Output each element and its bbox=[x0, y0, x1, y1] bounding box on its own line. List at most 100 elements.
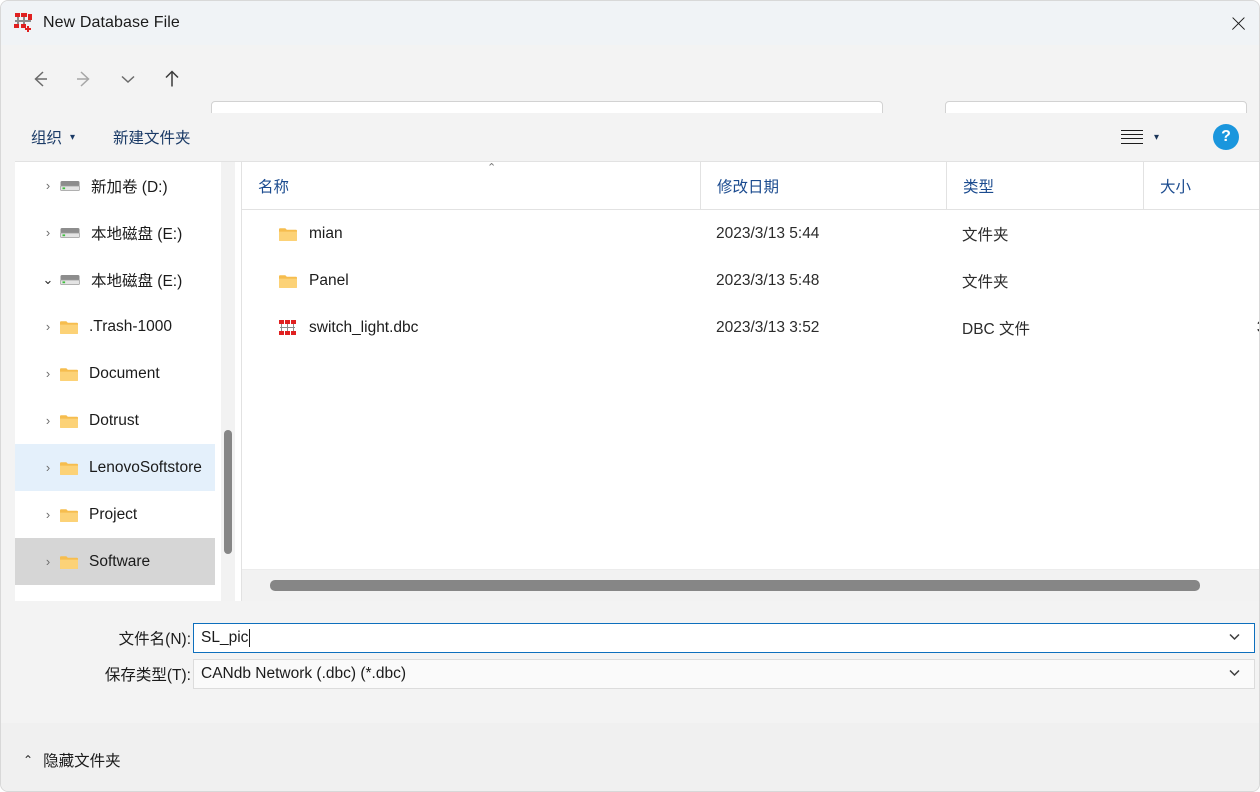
file-name-cell: switch_light.dbc bbox=[242, 319, 700, 337]
column-header-type[interactable]: 类型 bbox=[946, 162, 1143, 210]
text-cursor bbox=[249, 629, 251, 647]
arrow-right-icon bbox=[77, 71, 90, 87]
chevron-right-icon[interactable]: › bbox=[37, 366, 59, 381]
folder-icon bbox=[59, 413, 79, 429]
dialog-footer: ⌃ 隐藏文件夹 保存(S) 取消 CSDN @一只楠喃 bbox=[1, 723, 1259, 791]
folder-icon bbox=[59, 460, 79, 476]
folder-icon bbox=[59, 366, 79, 382]
file-type-cell: DBC 文件 bbox=[962, 320, 1031, 338]
sidebar-item-project[interactable]: › Project bbox=[15, 491, 215, 538]
file-name-label: switch_light.dbc bbox=[309, 318, 419, 336]
column-header-date[interactable]: 修改日期 bbox=[700, 162, 946, 210]
chevron-right-icon[interactable]: › bbox=[37, 554, 59, 569]
sidebar-item-label: Project bbox=[89, 505, 138, 523]
chevron-right-icon[interactable]: › bbox=[37, 178, 59, 193]
sidebar-item-e[interactable]: ⌄ 本地磁盘 (E:) bbox=[15, 256, 215, 303]
drive-icon bbox=[59, 179, 81, 193]
sidebar-item-label: Software bbox=[89, 552, 151, 570]
sidebar-item-d[interactable]: › 新加卷 (D:) bbox=[15, 162, 215, 209]
savetype-label: 保存类型(T): bbox=[104, 667, 191, 684]
column-header-date-label: 修改日期 bbox=[717, 178, 780, 196]
title-bar: New Database File bbox=[1, 1, 1259, 45]
sidebar-item-label: 新加卷 (D:) bbox=[91, 178, 168, 196]
chevron-down-icon bbox=[121, 75, 135, 84]
sidebar-item-e[interactable]: › 本地磁盘 (E:) bbox=[15, 209, 215, 256]
list-view-icon bbox=[1120, 129, 1143, 145]
arrow-up-icon bbox=[165, 70, 179, 87]
chevron-right-icon[interactable]: › bbox=[37, 413, 59, 428]
sidebar-item-document[interactable]: › Document bbox=[15, 350, 215, 397]
new-folder-label: 新建文件夹 bbox=[113, 130, 191, 147]
hide-folders-label: 隐藏文件夹 bbox=[43, 753, 121, 770]
help-icon: ? bbox=[1221, 128, 1231, 145]
table-row[interactable]: mian 2023/3/13 5:44 文件夹 bbox=[242, 210, 1259, 257]
column-header-type-label: 类型 bbox=[963, 178, 995, 196]
folder-icon bbox=[59, 507, 79, 523]
navigation-tree: › 新加卷 (D:) › 本地磁盘 (E:) ⌄ 本地磁盘 (E:) › .Trash-100… bbox=[15, 162, 215, 601]
sort-ascending-icon: ⌃ bbox=[487, 161, 497, 174]
sidebar-item-lenovosoftstore[interactable]: › LenovoSoftstore bbox=[15, 444, 215, 491]
chevron-right-icon[interactable]: › bbox=[37, 507, 59, 522]
chevron-right-icon[interactable]: › bbox=[37, 319, 59, 334]
chevron-down-icon[interactable] bbox=[1227, 665, 1242, 683]
sidebar-item-label: Dotrust bbox=[89, 411, 139, 429]
file-list-scrollbar-thumb[interactable] bbox=[270, 580, 1200, 591]
file-list-pane: 名称 ⌃ 修改日期 类型 大小 mian 2023/3/13 5:44 文件夹 Pan… bbox=[241, 162, 1259, 601]
new-folder-button[interactable]: 新建文件夹 bbox=[105, 120, 199, 154]
recent-locations-button[interactable] bbox=[109, 60, 147, 98]
table-row[interactable]: Panel 2023/3/13 5:48 文件夹 bbox=[242, 257, 1259, 304]
forward-button[interactable] bbox=[65, 60, 103, 98]
sidebar-item-dotrust[interactable]: › Dotrust bbox=[15, 397, 215, 444]
sidebar-item-label: Document bbox=[89, 364, 160, 382]
file-name-label: mian bbox=[309, 224, 343, 242]
command-bar: 组织 ▾ 新建文件夹 ▾ ? bbox=[1, 113, 1259, 161]
savetype-select[interactable]: CANdb Network (.dbc) (*.dbc) bbox=[193, 659, 1255, 689]
file-type-cell: 文件夹 bbox=[962, 273, 1009, 291]
chevron-right-icon[interactable]: › bbox=[37, 460, 59, 475]
sidebar-item-software[interactable]: › Software bbox=[15, 538, 215, 585]
filename-value: SL_pic bbox=[201, 629, 249, 646]
close-icon bbox=[1230, 15, 1247, 32]
hide-folders-toggle[interactable]: ⌃ 隐藏文件夹 bbox=[17, 745, 127, 775]
organize-button[interactable]: 组织 ▾ bbox=[23, 120, 83, 154]
chevron-down-icon[interactable]: ⌄ bbox=[37, 272, 59, 288]
filename-input[interactable]: SL_pic bbox=[193, 623, 1255, 653]
column-header-name[interactable]: 名称 ⌃ bbox=[242, 162, 700, 210]
folder-icon bbox=[59, 319, 79, 335]
folder-icon bbox=[59, 554, 79, 570]
close-button[interactable] bbox=[1215, 1, 1259, 45]
back-button[interactable] bbox=[21, 60, 59, 98]
drive-icon bbox=[59, 273, 81, 287]
savetype-value: CANdb Network (.dbc) (*.dbc) bbox=[201, 665, 407, 682]
window-title: New Database File bbox=[43, 14, 180, 31]
sidebar-item-trash-1000[interactable]: › .Trash-1000 bbox=[15, 303, 215, 350]
file-type-cell: 文件夹 bbox=[962, 226, 1009, 244]
column-header-size-label: 大小 bbox=[1160, 178, 1192, 196]
drive-icon bbox=[59, 226, 81, 240]
file-size-cell bbox=[1143, 225, 1259, 243]
chevron-down-icon: ▾ bbox=[70, 131, 76, 143]
chevron-down-icon[interactable] bbox=[1227, 629, 1242, 647]
sidebar-item-label: 本地磁盘 (E:) bbox=[91, 272, 183, 290]
sidebar-item-label: .Trash-1000 bbox=[89, 317, 172, 335]
arrow-left-icon bbox=[34, 71, 47, 87]
view-mode-button[interactable]: ▾ bbox=[1113, 118, 1167, 156]
chevron-up-icon: ⌃ bbox=[23, 753, 34, 767]
file-date-cell: 2023/3/13 5:44 bbox=[716, 224, 820, 242]
file-name-label: Panel bbox=[309, 271, 349, 289]
sidebar-scrollbar[interactable] bbox=[221, 162, 235, 601]
sidebar-scrollbar-thumb[interactable] bbox=[224, 430, 232, 554]
column-header-name-label: 名称 bbox=[258, 178, 290, 196]
column-header-row: 名称 ⌃ 修改日期 类型 大小 bbox=[242, 162, 1259, 210]
help-button[interactable]: ? bbox=[1213, 124, 1239, 150]
new-database-file-dialog: New Database File 组织 ▾ 新建文件夹 ▾ ? › 新加卷 (… bbox=[0, 0, 1260, 792]
filename-label: 文件名(N): bbox=[118, 631, 191, 648]
up-one-level-button[interactable] bbox=[153, 60, 191, 98]
file-date-cell: 2023/3/13 3:52 bbox=[716, 318, 820, 336]
file-date-cell: 2023/3/13 5:48 bbox=[716, 271, 820, 289]
chevron-right-icon[interactable]: › bbox=[37, 225, 59, 240]
chevron-down-icon: ▾ bbox=[1153, 131, 1159, 143]
column-header-size[interactable]: 大小 bbox=[1143, 162, 1259, 210]
file-list-horizontal-scrollbar[interactable] bbox=[242, 569, 1259, 601]
table-row[interactable]: switch_light.dbc 2023/3/13 3:52 DBC 文件 3 K bbox=[242, 304, 1259, 351]
